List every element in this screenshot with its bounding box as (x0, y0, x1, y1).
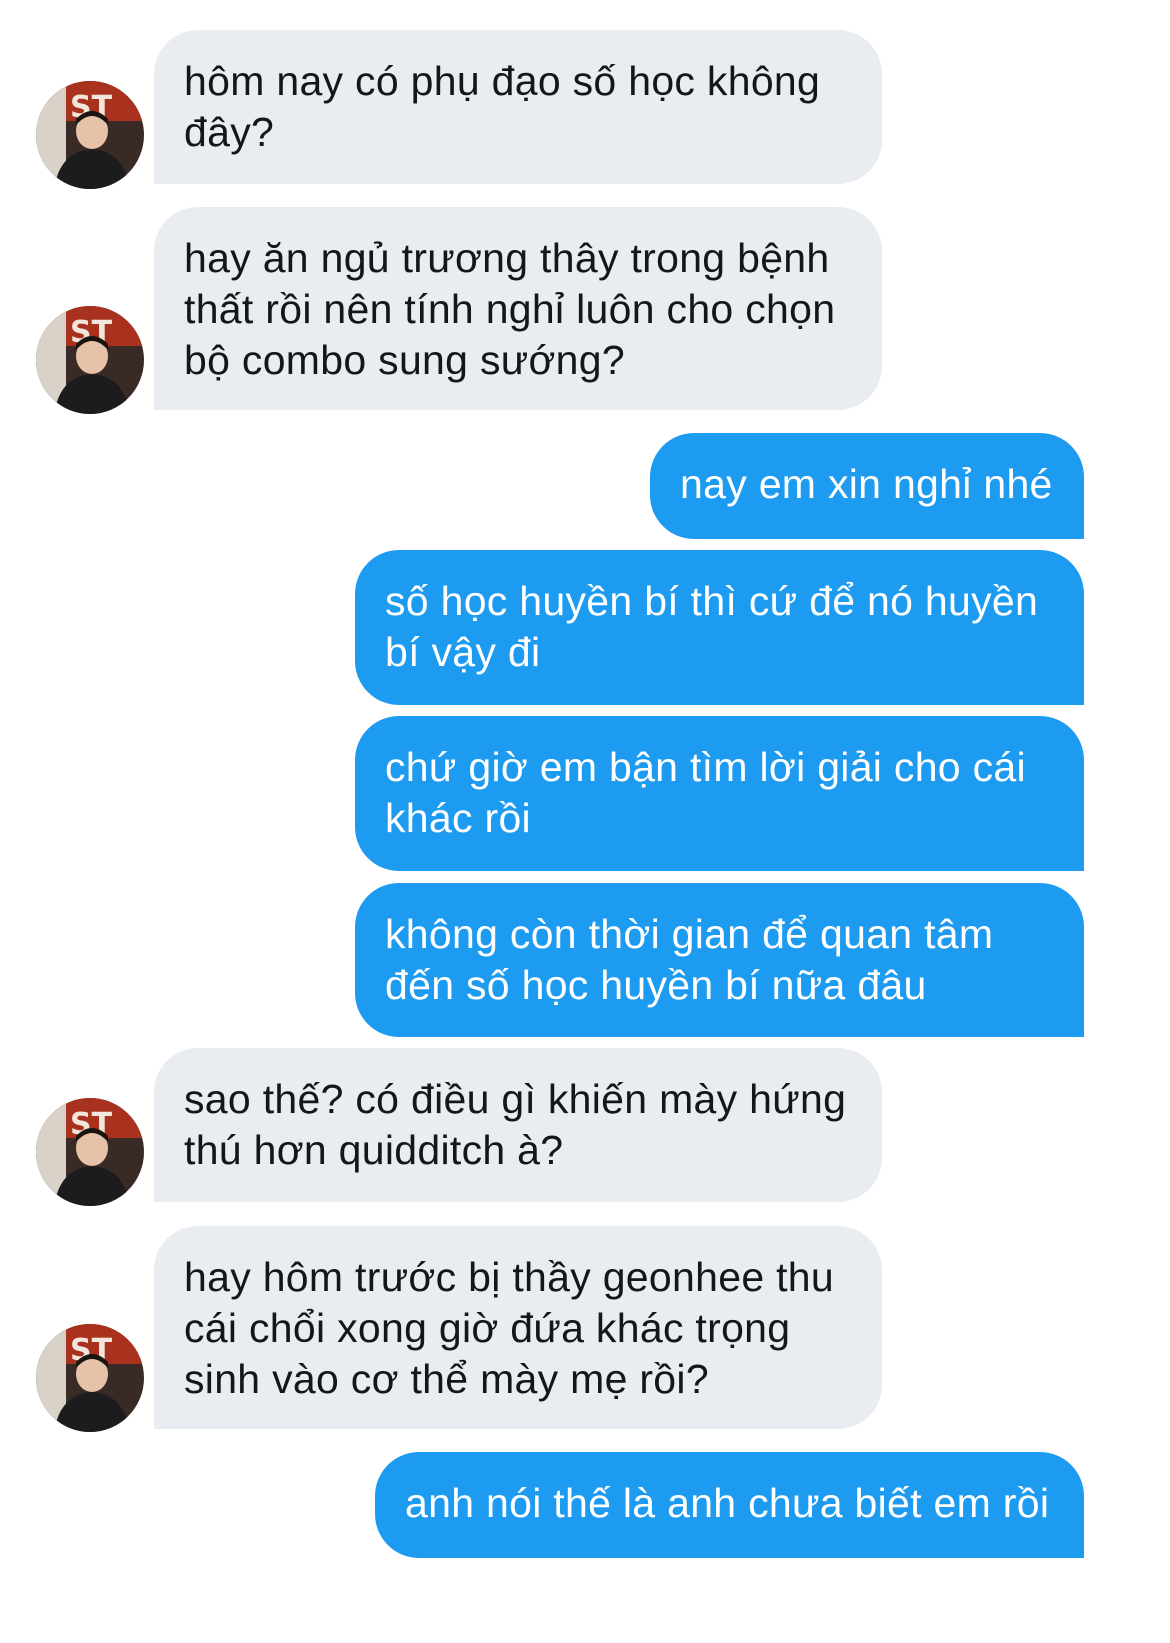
incoming-message[interactable]: sao thế? có điều gì khiến mày hứng thú h… (154, 1048, 882, 1202)
outgoing-message[interactable]: không còn thời gian để quan tâm đến số h… (355, 883, 1084, 1037)
avatar-icon[interactable]: ST (36, 1098, 144, 1206)
incoming-message[interactable]: hôm nay có phụ đạo số học không đây? (154, 30, 882, 184)
incoming-message[interactable]: hay hôm trước bị thầy geonhee thu cái ch… (154, 1226, 882, 1429)
avatar-icon[interactable]: ST (36, 1324, 144, 1432)
avatar-icon[interactable]: ST (36, 306, 144, 414)
outgoing-message[interactable]: anh nói thế là anh chưa biết em rồi (375, 1452, 1084, 1558)
outgoing-message[interactable]: số học huyền bí thì cứ để nó huyền bí vậ… (355, 550, 1084, 705)
outgoing-message[interactable]: nay em xin nghỉ nhé (650, 433, 1084, 539)
outgoing-message[interactable]: chứ giờ em bận tìm lời giải cho cái khác… (355, 716, 1084, 871)
avatar-icon[interactable]: ST (36, 81, 144, 189)
incoming-message[interactable]: hay ăn ngủ trương thây trong bệnh thất r… (154, 207, 882, 410)
